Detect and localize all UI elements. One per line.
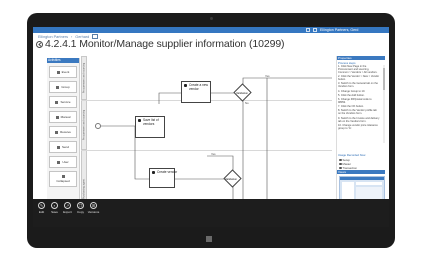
flow-label: Yes: [265, 74, 270, 78]
radio-indicator[interactable]: [339, 166, 342, 170]
copy-icon: ❐: [77, 202, 84, 209]
task-save-list[interactable]: Save list of vendors: [135, 116, 165, 138]
copy-button-label: Copy: [76, 210, 84, 214]
process-step: 5. Click the Add button.: [338, 93, 365, 97]
process-step: 9. Switch to the Invoice and delivery ta…: [338, 116, 380, 123]
export-button[interactable]: ↗ Export: [62, 202, 73, 214]
toolbox-item-group[interactable]: Group: [49, 81, 77, 93]
usage-label: Usage Recorded Now: [338, 153, 366, 157]
camera-dot: [210, 17, 213, 20]
versions-button[interactable]: ⊞ Versions: [88, 202, 99, 214]
toolbox-item-label: Group: [61, 85, 70, 89]
views-header: Views: [337, 170, 385, 174]
send-icon: [56, 145, 60, 149]
task-label: Save list of vendors: [143, 118, 159, 126]
user-area[interactable]: Ellington Partners, Gerd: [306, 27, 358, 33]
save-button-label: Save: [51, 210, 58, 214]
process-step: 3. Switch to the General tab on the Vend…: [338, 82, 378, 89]
export-button-label: Export: [63, 210, 72, 214]
app-screen: Ellington Partners, Gerd Ellington Partn…: [33, 27, 389, 227]
windows-logo-icon[interactable]: [206, 236, 212, 242]
notification-icon[interactable]: [313, 28, 317, 32]
toolbox-item-label: User: [62, 160, 69, 164]
flow-label: No: [245, 101, 249, 105]
gateway-label: Validation: [225, 177, 238, 181]
toolbox-item-service[interactable]: Service: [49, 96, 77, 108]
lane-label: Procurement and sourcing: [82, 109, 86, 141]
lane-label: Purchasing agent: [82, 178, 86, 199]
toolbox-item-manual[interactable]: Manual: [49, 111, 77, 123]
toolbox-item-label: Event: [61, 70, 70, 74]
toolbox-item-receive[interactable]: Receive: [49, 126, 77, 138]
gear-icon: [55, 100, 59, 104]
toolbox-item-label: Send: [61, 145, 69, 149]
pencil-icon: ✎: [38, 202, 45, 209]
toolbox-item-label: Receive: [60, 130, 71, 134]
task-label: Create vendor: [157, 170, 178, 174]
steps-scrollbar-thumb[interactable]: [383, 68, 385, 90]
title-row: 4.2.4.1 Monitor/Manage supplier informat…: [36, 38, 285, 50]
radio-indicator[interactable]: [339, 158, 342, 162]
hand-icon: [55, 115, 59, 119]
process-step: 6. Change ZIP/postal code to 98052.: [338, 97, 372, 104]
toolbox-item-event[interactable]: Event: [49, 66, 77, 78]
edit-button[interactable]: ✎ Edit: [36, 202, 47, 214]
person-icon: [184, 84, 187, 87]
gateway-label: Validation: [236, 91, 249, 95]
save-button[interactable]: ▪ Save: [49, 202, 60, 214]
toolbox-item-label: Service: [60, 100, 71, 104]
page-title: 4.2.4.1 Monitor/Manage supplier informat…: [45, 38, 285, 50]
process-step: 8. Switch to the Vendor profile tab on t…: [338, 109, 377, 116]
toolbox-item-label: Collapsed: [56, 179, 70, 183]
task-create-vendor-2[interactable]: Create vendor: [149, 168, 177, 188]
thumbnail-header: [340, 177, 384, 180]
toolbox-item-user[interactable]: User: [49, 156, 77, 168]
app-bar: ✎ Edit ▪ Save ↗ Export ❐ Copy ⊞ Versions: [33, 199, 389, 227]
versions-button-label: Versions: [87, 210, 100, 214]
edit-button-label: Edit: [38, 210, 45, 214]
process-step: 4. Change Group to 10.: [338, 89, 366, 93]
toolbox-item-label: Manual: [60, 115, 71, 119]
back-arrow-icon[interactable]: [36, 40, 43, 48]
task-create-vendor[interactable]: Create a new vendor: [181, 81, 211, 103]
task-label: Create a new vendor: [189, 83, 208, 91]
envelope-icon: [55, 130, 59, 134]
radio-indicator[interactable]: [339, 162, 342, 166]
toolbox-item-collapsed[interactable]: Collapsed: [49, 171, 77, 187]
start-event[interactable]: [95, 123, 101, 129]
group-icon: [56, 85, 60, 89]
export-icon: ↗: [64, 202, 71, 209]
copy-button[interactable]: ❐ Copy: [75, 202, 86, 214]
process-step: 2. Click the Vendor > New > Vendor butto…: [338, 75, 380, 82]
process-steps-list: 1. Click New Page in the Procurement and…: [338, 65, 380, 131]
person-icon: [138, 119, 141, 122]
person-icon: [57, 160, 61, 164]
disk-icon: ▪: [51, 202, 58, 209]
versions-icon: ⊞: [90, 202, 97, 209]
user-name[interactable]: Ellington Partners, Gerd: [320, 27, 358, 33]
subprocess-icon: [61, 175, 65, 178]
toolbox-header: Activities: [47, 58, 79, 63]
event-icon: [56, 70, 60, 74]
flow-label: Yes: [211, 152, 216, 156]
lane-label: Procurement and sourcing: [82, 62, 86, 94]
thumbnail-toolbar: [356, 182, 382, 185]
toolbox-item-send[interactable]: Send: [49, 141, 77, 153]
help-icon[interactable]: [306, 28, 310, 32]
process-step: 7. Click the OK button.: [338, 105, 364, 109]
person-icon: [152, 171, 155, 174]
process-step: 10. Change vendor price tolerance group …: [338, 123, 378, 130]
process-step: 1. Click New Page in the Procurement and…: [338, 65, 378, 74]
